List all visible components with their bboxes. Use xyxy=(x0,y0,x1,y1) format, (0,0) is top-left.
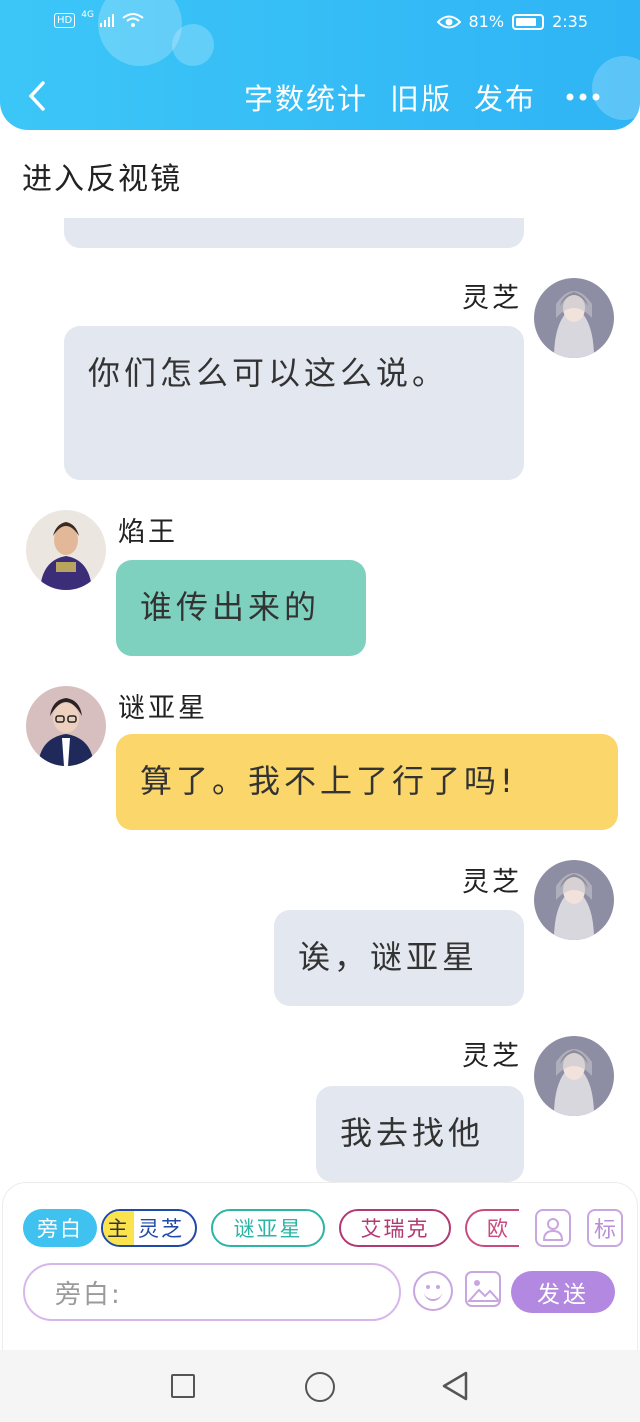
sender-name: 灵芝 xyxy=(462,283,522,314)
character-manager-button[interactable] xyxy=(535,1209,571,1247)
emoji-button[interactable] xyxy=(413,1271,453,1311)
avatar-lingzhi[interactable] xyxy=(534,860,614,940)
signal-icon xyxy=(99,14,114,27)
status-right: 81% 2:35 xyxy=(436,12,588,31)
more-dots-icon xyxy=(566,93,600,101)
sender-name: 灵芝 xyxy=(462,1041,522,1072)
role-chip-label: 灵芝 xyxy=(138,1217,184,1241)
status-left: HD 4G xyxy=(54,10,144,28)
main-role-tag: 主 xyxy=(103,1211,134,1245)
smile-icon xyxy=(424,1291,442,1301)
message-bubble[interactable]: 谁传出来的 xyxy=(116,560,366,656)
eye-icon xyxy=(436,15,461,28)
role-chip-narration[interactable]: 旁白 xyxy=(23,1209,97,1247)
avatar-image xyxy=(534,1036,614,1116)
more-button[interactable] xyxy=(566,76,600,111)
role-chip-arc[interactable]: 艾瑞克 xyxy=(339,1209,451,1247)
chat-editor-screen: HD 4G 81% 2:35 字数统计 旧版 发布 进入反视镜 灵芝 你们怎么可… xyxy=(0,0,640,1422)
decor-bubble xyxy=(98,0,182,66)
header-actions: 字数统计 旧版 发布 xyxy=(244,76,536,118)
message-bubble[interactable]: 算了。我不上了行了吗! xyxy=(116,734,618,830)
chapter-title: 进入反视镜 xyxy=(22,162,182,197)
chevron-left-icon xyxy=(28,81,45,111)
avatar-yanwang[interactable] xyxy=(26,510,106,590)
message-bubble[interactable]: 你们怎么可以这么说。 xyxy=(64,326,524,480)
word-count-button[interactable]: 字数统计 xyxy=(244,76,368,118)
avatar-image xyxy=(26,510,106,590)
home-button[interactable] xyxy=(305,1372,335,1402)
role-chip-miyaxing[interactable]: 谜亚星 xyxy=(211,1209,325,1247)
image-icon xyxy=(467,1280,499,1302)
wifi-icon xyxy=(122,13,144,27)
image-button[interactable] xyxy=(465,1271,501,1307)
sender-name: 灵芝 xyxy=(462,867,522,898)
sender-name: 焰王 xyxy=(118,517,178,548)
sender-name: 谜亚星 xyxy=(118,693,208,724)
message-bubble[interactable]: 诶，谜亚星 xyxy=(274,910,524,1006)
input-panel: 旁白 主 灵芝 谜亚星 艾瑞克 欧 标 旁白: 发送 xyxy=(2,1182,638,1357)
old-version-button[interactable]: 旧版 xyxy=(390,76,452,118)
message-input-value: 旁白: xyxy=(55,1279,122,1310)
avatar-image xyxy=(534,860,614,940)
decor-bubble xyxy=(172,24,214,66)
avatar-miyaxing[interactable] xyxy=(26,686,106,766)
message-input[interactable]: 旁白: xyxy=(23,1263,401,1321)
avatar-image xyxy=(534,278,614,358)
clock: 2:35 xyxy=(552,12,588,31)
chat-scroll-area[interactable]: 灵芝 你们怎么可以这么说。 焰王 谁传出来的 谜亚星 算了。我不上了行了吗! 灵… xyxy=(0,218,640,1183)
message-bubble[interactable]: 我去找他 xyxy=(316,1086,524,1182)
network-type: 4G xyxy=(81,10,94,20)
battery-icon xyxy=(512,13,545,30)
system-nav-bar xyxy=(0,1350,640,1422)
role-chip-ou[interactable]: 欧 xyxy=(465,1209,519,1247)
send-button[interactable]: 发送 xyxy=(511,1271,615,1313)
header: HD 4G 81% 2:35 字数统计 旧版 发布 xyxy=(0,0,640,130)
message-bubble-partial[interactable] xyxy=(64,218,524,248)
avatar-image xyxy=(26,686,106,766)
avatar-lingzhi[interactable] xyxy=(534,1036,614,1116)
battery-percent: 81% xyxy=(468,12,505,31)
person-icon xyxy=(542,1218,564,1241)
publish-button[interactable]: 发布 xyxy=(474,76,536,118)
label-icon: 标 xyxy=(593,1218,616,1243)
label-button[interactable]: 标 xyxy=(587,1209,623,1247)
back-button[interactable] xyxy=(22,76,52,116)
role-chip-lingzhi[interactable]: 主 灵芝 xyxy=(101,1209,197,1247)
avatar-lingzhi[interactable] xyxy=(534,278,614,358)
back-triangle-icon[interactable] xyxy=(440,1370,470,1402)
recent-apps-button[interactable] xyxy=(171,1374,195,1398)
battery-fill xyxy=(516,17,536,26)
hd-badge: HD xyxy=(54,12,76,28)
